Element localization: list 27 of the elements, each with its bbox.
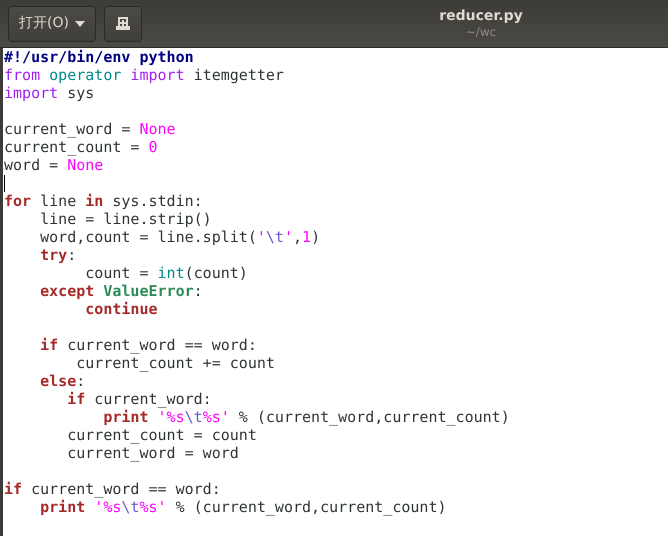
code-line: current_count += count — [75, 354, 275, 372]
window-title: reducer.py — [439, 8, 523, 25]
code-line: import sys — [3, 84, 94, 102]
code-line: for line in sys.stdin: — [3, 192, 203, 210]
code-line: except ValueError: — [39, 282, 203, 300]
code-line: if current_word: — [66, 390, 212, 408]
code-line: word,count = line.split('\t',1) — [39, 228, 320, 246]
code-line: line = line.strip() — [39, 210, 212, 228]
code-line: word = None — [3, 156, 104, 174]
code-line: current_word = word — [66, 444, 239, 462]
code-line: from operator import itemgetter — [3, 66, 284, 84]
code-line: #!/usr/bin/env python — [3, 48, 194, 66]
code-line: try: — [39, 246, 76, 264]
code-line: current_word = None — [3, 120, 176, 138]
code-line: print '%s\t%s' % (current_word,current_count) — [102, 408, 510, 426]
code-line: count = int(count) — [84, 264, 248, 282]
code-line: current_count = count — [66, 426, 257, 444]
code-line: current_count = 0 — [3, 138, 158, 156]
code-line: else: — [39, 372, 86, 390]
new-document-button[interactable] — [104, 6, 142, 42]
open-button[interactable]: 打开(O) — [8, 6, 96, 42]
code-line: if current_word == word: — [3, 480, 221, 498]
window-subtitle: ~/wc — [466, 25, 496, 39]
code-line: print '%s\t%s' % (current_word,current_count) — [39, 498, 447, 516]
code-line: if current_word == word: — [39, 336, 257, 354]
caret-down-icon — [74, 20, 85, 26]
code-line: continue — [84, 300, 158, 318]
